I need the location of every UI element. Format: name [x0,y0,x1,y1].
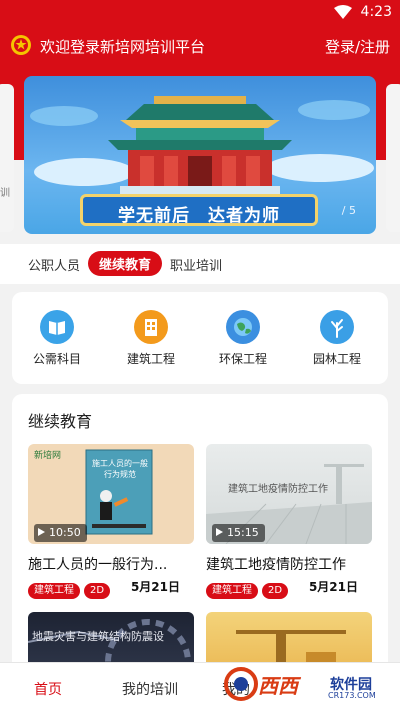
duration-badge: 15:15 [212,524,265,542]
login-register-link[interactable]: 登录/注册 [325,36,390,57]
tab-vocational-training[interactable]: 职业培训 [170,255,222,274]
app-header: 欢迎登录新培网培训平台 登录/注册 [0,24,400,68]
book-icon [40,310,74,344]
subject-categories: 公需科目 建筑工程 环保工程 园林工程 [12,292,388,384]
page-title: 欢迎登录新培网培训平台 [40,38,206,56]
format-tag: 2D [84,583,111,599]
course-title: 施工人员的一般行为... [28,557,168,573]
banner-carousel[interactable]: 学无前后 达者为师 / 5 [24,76,376,234]
status-time: 4:23 [360,4,392,20]
banner-slogan-box: 学无前后 达者为师 [80,194,318,226]
thumbnail-caption: 建筑工地疫情防控工作 [228,484,328,495]
wifi-icon [334,4,352,23]
course-tags: 建筑工程 2D 5月21日 [206,578,372,599]
carousel-next-slide[interactable] [386,84,400,232]
thumbnail-brand: 新培网 [34,451,62,461]
duration-badge: 10:50 [34,524,87,542]
format-tag: 2D [262,583,289,599]
thumbnail-caption: 施工人员的一般行为规范 [92,459,148,479]
watermark-logo-icon [224,667,258,701]
course-date: 5月21日 [308,580,358,594]
thumbnail-caption: 地震灾害与建筑结构防震设 [32,630,164,643]
globe-icon [226,310,260,344]
category-construction[interactable]: 建筑工程 [116,310,186,367]
play-icon [216,528,223,536]
category-tag: 建筑工程 [28,583,80,599]
section-title: 继续教育 [28,412,93,431]
tab-continuing-education[interactable]: 继续教育 [88,251,163,276]
status-bar: 4:23 [0,0,400,24]
site-watermark: 西西 软件园 CR173.COM [224,664,396,704]
play-icon [38,528,45,536]
course-tags: 建筑工程 2D 5月21日 [28,578,194,599]
building-icon [134,310,168,344]
carousel-prev-slide[interactable]: 训 [0,84,14,232]
category-environmental[interactable]: 环保工程 [208,310,278,367]
carousel-counter: / 5 [341,204,356,217]
course-date: 5月21日 [130,580,180,594]
banner-slogan: 学无前后 达者为师 [118,206,280,226]
tree-icon [320,310,354,344]
emblem-icon [10,34,32,56]
nav-my-training[interactable]: 我的培训 [122,679,178,699]
course-title: 建筑工地疫情防控工作 [206,557,346,573]
category-tag: 建筑工程 [206,583,258,599]
tab-civil-servants[interactable]: 公职人员 [28,255,80,274]
category-public-subjects[interactable]: 公需科目 [22,310,92,367]
category-tabs: 公职人员 继续教育 职业培训 [0,244,400,284]
nav-home[interactable]: 首页 [34,679,62,699]
category-landscape[interactable]: 园林工程 [302,310,372,367]
